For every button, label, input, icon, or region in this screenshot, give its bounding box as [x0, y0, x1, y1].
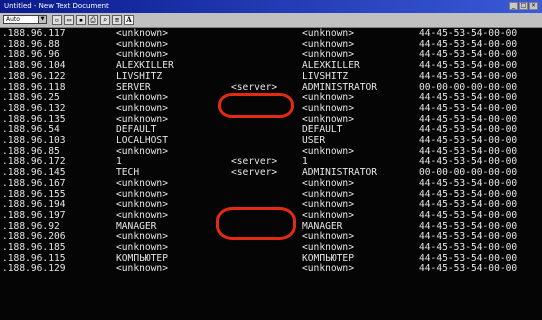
user-name: <unknown>: [302, 102, 354, 114]
print-icon[interactable]: ⎙: [88, 15, 98, 25]
mac-address: 44-45-53-54-00-00: [419, 102, 518, 114]
toolbar: Auto ▼ ▫ ▭ ▪ ⎙ ⌕ ≡ A: [0, 13, 542, 28]
window-frame: Untitled - New Text Document _ □ × Auto …: [0, 0, 542, 320]
new-icon[interactable]: ▫: [52, 15, 62, 25]
console-row: .188.96.197 <unknown> <unknown> 44-45-53-54…: [0, 209, 542, 222]
host-name: <unknown>: [116, 177, 168, 189]
user-name: <unknown>: [302, 263, 354, 275]
ip-address: .188.96.122: [2, 70, 66, 82]
host-name: <unknown>: [116, 263, 168, 275]
host-name: <unknown>: [116, 145, 168, 157]
mac-address: 44-45-53-54-00-00: [419, 70, 518, 82]
font-select-value: Auto: [6, 16, 20, 23]
window-title: Untitled - New Text Document: [4, 2, 109, 10]
console-row: .188.96.129 <unknown> <unknown> 44-45-53-54…: [0, 264, 542, 275]
ip-address: .188.96.132: [2, 102, 66, 114]
console-row: .188.96.167 <unknown> <unknown> 44-45-53-54…: [0, 177, 542, 190]
user-name: LIVSHITZ: [302, 70, 349, 82]
console-output[interactable]: .188.96.117 <unknown> <unknown> 44-45-53-54…: [0, 28, 542, 320]
ip-address: .188.96.167: [2, 177, 66, 189]
host-name: <unknown>: [116, 209, 168, 221]
bold-button[interactable]: A: [124, 15, 134, 25]
user-name: <unknown>: [302, 209, 354, 221]
mac-address: 44-45-53-54-00-00: [419, 209, 518, 221]
font-icon[interactable]: ≡: [112, 15, 122, 25]
chevron-down-icon[interactable]: ▼: [38, 16, 46, 23]
minimize-icon[interactable]: _: [509, 2, 518, 10]
maximize-icon[interactable]: □: [519, 2, 528, 10]
console-row: .188.96.122 LIVSHITZ LIVSHITZ 44-45-53-54-0…: [0, 70, 542, 83]
font-select[interactable]: Auto ▼: [3, 15, 47, 24]
server-flag: <server>: [231, 81, 278, 93]
toolbar-icons: ▫ ▭ ▪ ⎙ ⌕ ≡ A: [52, 15, 134, 25]
open-icon[interactable]: ▭: [64, 15, 74, 25]
server-flag: <server>: [231, 167, 278, 179]
mac-address: 44-45-53-54-00-00: [419, 263, 518, 275]
close-icon[interactable]: ×: [529, 2, 538, 10]
save-icon[interactable]: ▪: [76, 15, 86, 25]
host-name: <unknown>: [116, 102, 168, 114]
window-controls: _ □ ×: [509, 2, 538, 10]
user-name: <unknown>: [302, 177, 354, 189]
ip-address: .188.96.197: [2, 209, 66, 221]
console-row: .188.96.132 <unknown> <unknown> 44-45-53-54…: [0, 102, 542, 115]
title-bar: Untitled - New Text Document _ □ ×: [0, 0, 542, 13]
host-name: LIVSHITZ: [116, 70, 163, 82]
find-icon[interactable]: ⌕: [100, 15, 110, 25]
user-name: <unknown>: [302, 145, 354, 157]
ip-address: .188.96.129: [2, 263, 66, 275]
mac-address: 44-45-53-54-00-00: [419, 177, 518, 189]
